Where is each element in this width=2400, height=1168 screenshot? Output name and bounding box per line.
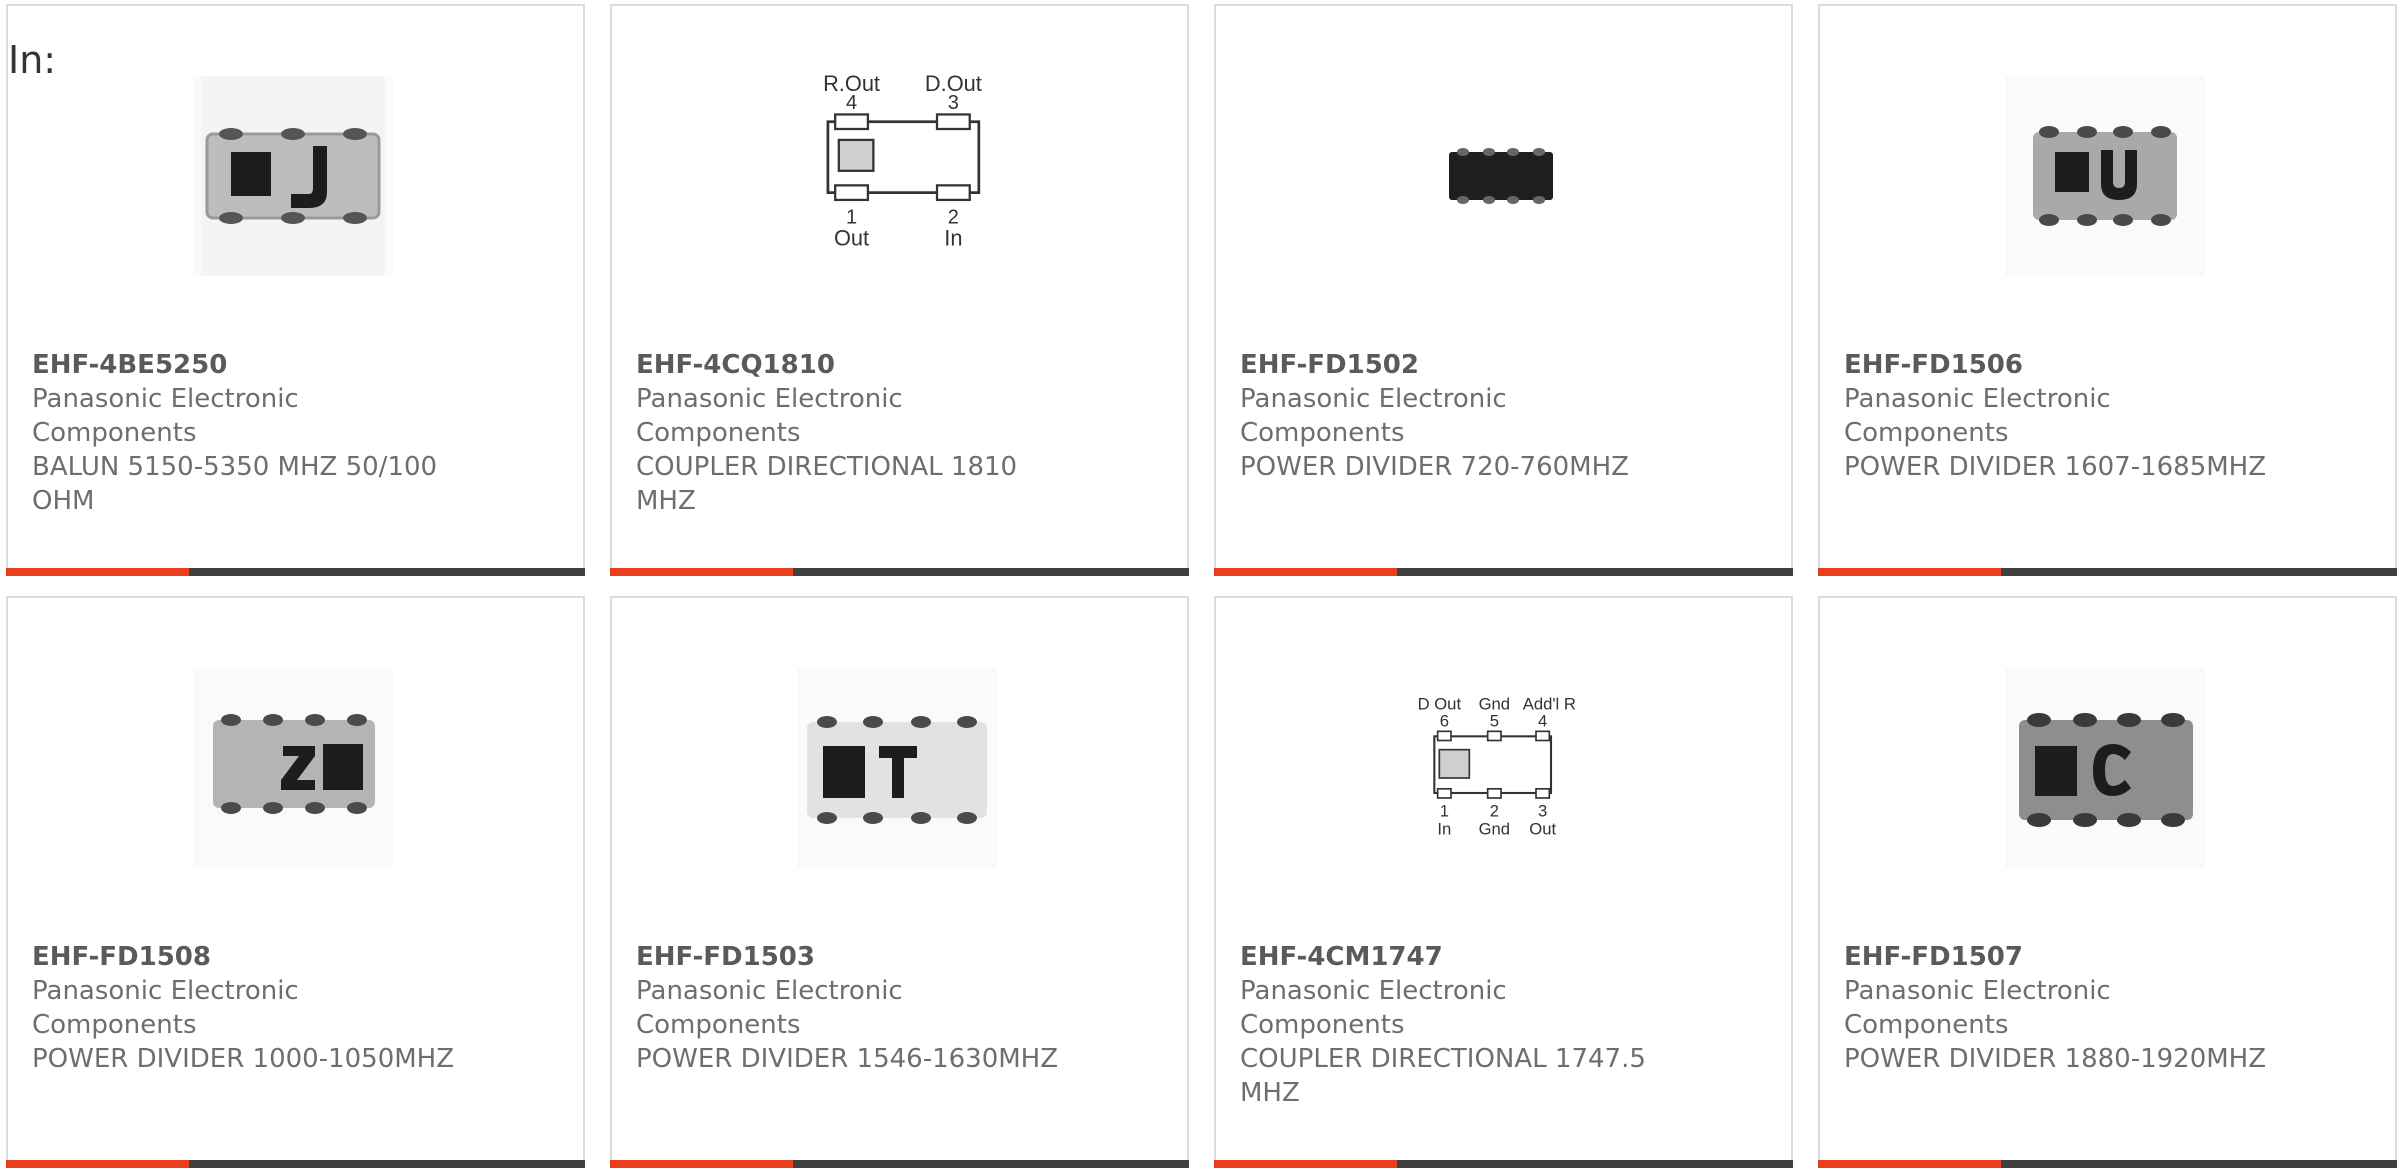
product-image[interactable] [797,668,997,868]
chip-c-icon [2019,713,2193,827]
product-image[interactable] [2005,668,2205,868]
part-number[interactable]: EHF-FD1507 [1844,940,2274,974]
part-number[interactable]: EHF-FD1508 [32,940,462,974]
coupler-6pin-diagram-icon: D Out Gnd Add'l R 6 5 4 1 2 3 In Gnd Out [1418,695,1576,839]
pin-number: 4 [846,92,857,114]
pin-number: 5 [1490,711,1499,730]
card-accent-bar [610,1160,1189,1168]
card-accent-bar [6,568,585,576]
pin-number: 1 [1440,801,1449,820]
manufacturer: Panasonic Electronic Components [32,384,299,448]
chip-j-icon [201,76,385,276]
manufacturer: Panasonic Electronic Components [1240,384,1507,448]
product-card[interactable]: EHF-4BE5250 Panasonic Electronic Compone… [6,4,585,576]
card-accent-bar [1818,568,2397,576]
product-image[interactable]: D Out Gnd Add'l R 6 5 4 1 2 3 In Gnd Out [1401,668,1601,868]
manufacturer: Panasonic Electronic Components [1844,384,2111,448]
manufacturer: Panasonic Electronic Components [32,976,299,1040]
product-card[interactable]: EHF-FD1503 Panasonic Electronic Componen… [610,596,1189,1168]
card-accent-bar [1818,1160,2397,1168]
product-card[interactable]: EHF-FD1507 Panasonic Electronic Componen… [1818,596,2397,1168]
pin-label: In [944,225,962,250]
description: POWER DIVIDER 1607-1685MHZ [1844,452,2267,482]
pin-label: Add'l R [1523,695,1576,714]
pin-number: 2 [1490,801,1499,820]
manufacturer: Panasonic Electronic Components [636,384,903,448]
product-image[interactable] [1401,76,1601,276]
pin-number: 4 [1538,711,1547,730]
description: COUPLER DIRECTIONAL 1747.5 MHZ [1240,1044,1646,1108]
description: POWER DIVIDER 720-760MHZ [1240,452,1629,482]
product-card[interactable]: EHF-FD1508 Panasonic Electronic Componen… [6,596,585,1168]
pin-label: In [1437,820,1451,839]
manufacturer: Panasonic Electronic Components [636,976,903,1040]
card-accent-bar [610,568,1189,576]
product-card[interactable]: EHF-FD1506 Panasonic Electronic Componen… [1818,4,2397,576]
pin-label: Out [1529,820,1556,839]
part-number[interactable]: EHF-FD1502 [1240,348,1670,382]
product-grid: EHF-4BE5250 Panasonic Electronic Compone… [6,4,2397,1168]
part-number[interactable]: EHF-4BE5250 [32,348,462,382]
pin-number: 3 [1538,801,1547,820]
in-label: In: [8,38,57,82]
manufacturer: Panasonic Electronic Components [1844,976,2111,1040]
manufacturer: Panasonic Electronic Components [1240,976,1507,1040]
product-card[interactable]: EHF-FD1502 Panasonic Electronic Componen… [1214,4,1793,576]
part-number[interactable]: EHF-4CM1747 [1240,940,1670,974]
pin-number: 3 [948,92,959,114]
product-image[interactable] [193,76,393,276]
pin-label: Out [834,225,869,250]
card-accent-bar [1214,568,1793,576]
coupler-diagram-icon: R.Out D.Out 4 3 1 2 Out In [823,71,982,251]
description: BALUN 5150-5350 MHZ 50/100 OHM [32,452,438,516]
description: POWER DIVIDER 1000-1050MHZ [32,1044,455,1074]
chip-black-icon [1449,148,1553,204]
part-number[interactable]: EHF-FD1503 [636,940,1066,974]
pin-label: Gnd [1479,820,1510,839]
chip-u-icon [2033,126,2177,226]
product-card[interactable]: R.Out D.Out 4 3 1 2 Out In EHF-4CQ1810 P… [610,4,1189,576]
product-card[interactable]: D Out Gnd Add'l R 6 5 4 1 2 3 In Gnd Out [1214,596,1793,1168]
card-accent-bar [1214,1160,1793,1168]
part-number[interactable]: EHF-FD1506 [1844,348,2274,382]
chip-t-icon [807,716,987,824]
part-number[interactable]: EHF-4CQ1810 [636,348,1066,382]
description: POWER DIVIDER 1546-1630MHZ [636,1044,1059,1074]
pin-number: 6 [1440,711,1449,730]
product-image[interactable] [2005,76,2205,276]
product-image[interactable] [193,668,393,868]
card-accent-bar [6,1160,585,1168]
description: POWER DIVIDER 1880-1920MHZ [1844,1044,2267,1074]
chip-z-icon [213,714,375,814]
description: COUPLER DIRECTIONAL 1810 MHZ [636,452,1018,516]
product-image[interactable]: R.Out D.Out 4 3 1 2 Out In [797,71,997,276]
